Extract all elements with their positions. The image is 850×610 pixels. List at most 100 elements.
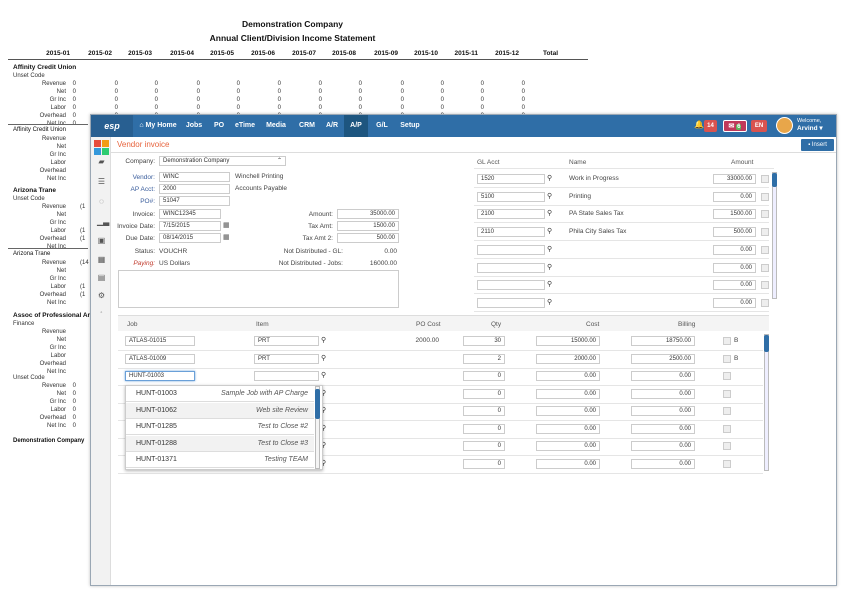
search-icon[interactable]: ⚲ (547, 281, 552, 289)
nav-setup[interactable]: Setup (396, 115, 424, 137)
billable-checkbox[interactable] (723, 442, 731, 450)
qty-input[interactable]: 0 (463, 458, 505, 469)
gl-scrollbar[interactable] (772, 172, 777, 299)
nav-myhome[interactable]: ⌂ My Home (135, 115, 181, 137)
gl-row-checkbox[interactable] (761, 192, 769, 201)
gl-acct-input[interactable]: 5100 (477, 191, 545, 202)
qty-input[interactable]: 30 (463, 336, 505, 346)
gl-acct-input[interactable] (477, 280, 545, 291)
search-icon[interactable]: ⚲ (547, 246, 552, 254)
gl-amount-input[interactable]: 0.00 (713, 191, 756, 202)
qty-input[interactable]: 0 (463, 441, 505, 451)
nav-etime[interactable]: eTime (232, 115, 258, 137)
mail-badge[interactable]: ✉ 6 (723, 120, 747, 132)
billing-input[interactable]: 0.00 (631, 406, 695, 416)
vendor-input[interactable]: WINC (159, 172, 230, 182)
billable-checkbox[interactable] (723, 407, 731, 415)
billable-checkbox[interactable] (723, 372, 731, 380)
qty-input[interactable]: 2 (463, 353, 505, 364)
gl-row-checkbox[interactable] (761, 210, 769, 219)
settings-icon[interactable]: ⚙ (97, 292, 106, 300)
billable-checkbox[interactable] (723, 354, 731, 363)
search-icon[interactable]: ⚲ (321, 372, 326, 380)
billing-input[interactable]: 0.00 (631, 441, 695, 451)
insert-button[interactable]: ▪ Insert (801, 139, 834, 151)
paying-label[interactable]: Paying: (121, 260, 155, 267)
notes-textarea[interactable] (118, 270, 399, 308)
nav-ap[interactable]: A/P (344, 115, 368, 137)
nav-jobs[interactable]: Jobs (183, 115, 205, 137)
gl-amount-input[interactable]: 33000.00 (713, 174, 756, 184)
gl-row-checkbox[interactable] (761, 281, 769, 290)
invoice-input[interactable]: WINC12345 (159, 209, 221, 219)
billing-input[interactable]: 0.00 (631, 371, 695, 381)
nav-media[interactable]: Media (261, 115, 291, 137)
gl-row-checkbox[interactable] (761, 228, 769, 237)
gl-row-checkbox[interactable] (761, 263, 769, 272)
item-input[interactable]: PRT (254, 353, 319, 364)
job-input[interactable]: ATLAS-01009 (125, 353, 195, 364)
gl-acct-input[interactable]: 1520 (477, 174, 545, 184)
billable-checkbox[interactable] (723, 424, 731, 433)
gl-acct-input[interactable] (477, 244, 545, 255)
calendar-icon[interactable]: ▦ (97, 256, 106, 264)
vendor-label[interactable]: Vendor: (121, 174, 155, 181)
item-input[interactable]: PRT (254, 336, 319, 346)
apacct-label[interactable]: AP Acct: (121, 186, 155, 193)
search-icon[interactable]: ⚲ (547, 264, 552, 272)
search-icon[interactable]: ⚲ (321, 337, 326, 345)
gl-row-checkbox[interactable] (761, 175, 769, 183)
language-badge[interactable]: EN (751, 120, 767, 132)
gl-amount-input[interactable]: 0.00 (713, 244, 756, 255)
search-icon[interactable]: ⚲ (321, 355, 326, 363)
job-input[interactable]: ATLAS-01015 (125, 336, 195, 346)
billable-checkbox[interactable] (723, 337, 731, 345)
avatar[interactable] (776, 117, 793, 134)
tax-amt-input[interactable]: 1500.00 (337, 221, 399, 231)
alerts-badge[interactable]: 14 (704, 120, 717, 132)
dropdown-option[interactable]: HUNT-01288 Test to Close #3 (126, 435, 314, 452)
gl-row-checkbox[interactable] (761, 245, 769, 254)
billable-checkbox[interactable] (723, 459, 731, 468)
cost-input[interactable]: 15000.00 (536, 336, 600, 346)
calendar-icon[interactable]: ▦ (223, 222, 230, 229)
billing-input[interactable]: 18750.00 (631, 336, 695, 346)
billing-input[interactable]: 0.00 (631, 458, 695, 469)
cost-input[interactable]: 0.00 (536, 458, 600, 469)
money-icon[interactable]: ▣ (97, 237, 106, 245)
gl-amount-input[interactable]: 0.00 (713, 262, 756, 273)
dropdown-option[interactable]: HUNT-01371 Testing TEAM (126, 452, 314, 468)
qty-input[interactable]: 0 (463, 406, 505, 416)
company-select[interactable]: Demonstration Company ⌃ (159, 156, 286, 166)
job-input[interactable]: HUNT-01003 (125, 371, 195, 381)
dropdown-option[interactable]: HUNT-01285 Test to Close #2 (126, 419, 314, 435)
cost-input[interactable]: 0.00 (536, 371, 600, 381)
gl-acct-input[interactable]: 2110 (477, 227, 545, 238)
bell-icon[interactable]: 🔔 (694, 120, 704, 129)
list-icon[interactable]: ☰ (97, 178, 106, 186)
nav-crm[interactable]: CRM (295, 115, 319, 137)
calendar-alt-icon[interactable]: ▤ (97, 274, 106, 282)
gl-acct-input[interactable] (477, 262, 545, 273)
gl-amount-input[interactable]: 0.00 (713, 280, 756, 291)
cost-input[interactable]: 0.00 (536, 388, 600, 399)
po-input[interactable]: 51047 (159, 196, 230, 206)
search-icon[interactable]: ⚲ (547, 228, 552, 236)
due-date-input[interactable]: 08/14/2015 (159, 233, 221, 243)
gl-row-checkbox[interactable] (761, 298, 769, 307)
qty-input[interactable]: 0 (463, 423, 505, 434)
dropdown-option[interactable]: HUNT-01003 Sample Job with AP Charge (126, 386, 314, 402)
chat-icon[interactable]: ◌ (97, 198, 106, 206)
collapse-icon[interactable]: ◦ (97, 309, 106, 317)
qty-input[interactable]: 0 (463, 388, 505, 399)
welcome-block[interactable]: Welcome, Arvind ▾ (797, 118, 823, 132)
cost-input[interactable]: 2000.00 (536, 353, 600, 364)
gl-amount-input[interactable]: 0.00 (713, 297, 756, 308)
jobs-scrollbar[interactable] (764, 334, 769, 471)
billing-input[interactable]: 0.00 (631, 423, 695, 434)
dropdown-scrollbar[interactable] (315, 386, 320, 469)
tax-amt2-input[interactable]: 500.00 (337, 233, 399, 243)
cost-input[interactable]: 0.00 (536, 441, 600, 451)
bar-chart-icon[interactable]: ▁▃ (97, 218, 109, 226)
cost-input[interactable]: 0.00 (536, 423, 600, 434)
